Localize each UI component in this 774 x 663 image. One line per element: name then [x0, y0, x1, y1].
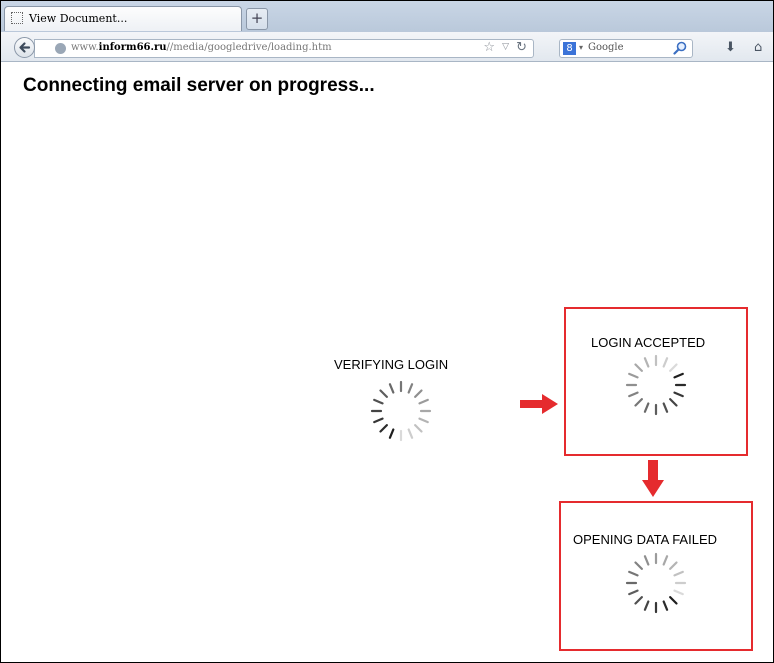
step-opening-data-failed-label: OPENING DATA FAILED	[573, 532, 717, 547]
spinner-tick	[414, 389, 423, 398]
spinner-tick	[669, 596, 678, 605]
new-tab-button[interactable]: +	[246, 8, 268, 30]
spinner-tick	[628, 372, 639, 379]
star-icon[interactable]: ☆	[483, 40, 495, 55]
spinner-tick	[373, 398, 384, 405]
spinner-icon	[370, 380, 432, 442]
download-icon[interactable]: ⬇	[725, 40, 736, 55]
spinner-tick	[662, 402, 669, 413]
url-text: www.inform66.ru//media/googledrive/loadi…	[71, 42, 332, 53]
back-button[interactable]	[14, 37, 35, 58]
search-engine-dropdown-icon[interactable]: ▾	[579, 43, 583, 52]
tab-title: View Document...	[29, 12, 128, 25]
spinner-tick	[634, 561, 643, 570]
search-placeholder: Google	[588, 42, 624, 53]
spinner-tick	[418, 398, 429, 405]
spinner-tick	[662, 600, 669, 611]
arrow-down-icon	[642, 460, 664, 497]
spinner-tick	[643, 357, 650, 368]
navigation-bar: www.inform66.ru//media/googledrive/loadi…	[1, 32, 773, 62]
globe-icon	[55, 43, 66, 54]
spinner-tick	[628, 391, 639, 398]
url-domain: inform66.ru	[98, 42, 167, 53]
spinner-tick	[407, 428, 414, 439]
spinner-tick	[669, 363, 678, 372]
spinner-tick	[379, 424, 388, 433]
spinner-tick	[669, 561, 678, 570]
home-icon[interactable]: ⌂	[754, 40, 762, 55]
search-icon[interactable]	[673, 41, 687, 55]
spinner-tick	[643, 600, 650, 611]
step-login-accepted-label: LOGIN ACCEPTED	[591, 335, 706, 350]
spinner-icon	[625, 354, 687, 416]
spinner-tick	[673, 391, 684, 398]
spinner-tick	[634, 363, 643, 372]
spinner-tick	[407, 383, 414, 394]
tab-strip: View Document... +	[1, 1, 773, 33]
arrow-right-icon	[520, 394, 558, 414]
url-prefix: www.	[71, 42, 99, 53]
spinner-tick	[673, 570, 684, 577]
spinner-tick	[418, 417, 429, 424]
spinner-tick	[388, 428, 395, 439]
url-path: //media/googledrive/loading.htm	[166, 42, 332, 53]
spinner-tick	[388, 383, 395, 394]
spinner-tick	[628, 570, 639, 577]
spinner-tick	[643, 402, 650, 413]
address-bar[interactable]: www.inform66.ru//media/googledrive/loadi…	[34, 39, 534, 58]
spinner-tick	[662, 555, 669, 566]
spinner-tick	[643, 555, 650, 566]
spinner-tick	[673, 372, 684, 379]
page-icon	[11, 12, 23, 24]
spinner-tick	[662, 357, 669, 368]
spinner-tick	[379, 389, 388, 398]
spinner-tick	[673, 589, 684, 596]
step-verifying-login-label: VERIFYING LOGIN	[334, 357, 449, 372]
history-dropdown-icon[interactable]: ▽	[502, 42, 509, 52]
spinner-tick	[634, 398, 643, 407]
reload-icon[interactable]: ↻	[516, 40, 527, 55]
spinner-tick	[628, 589, 639, 596]
google-icon[interactable]: 8	[563, 42, 576, 55]
spinner-icon	[625, 552, 687, 614]
tab-view-document[interactable]: View Document...	[4, 6, 242, 31]
spinner-tick	[669, 398, 678, 407]
back-icon	[19, 42, 31, 53]
spinner-tick	[414, 424, 423, 433]
browser-window: View Document... + www.inform66.ru//medi…	[0, 0, 774, 663]
spinner-tick	[373, 417, 384, 424]
page-title: Connecting email server on progress...	[23, 75, 375, 96]
spinner-tick	[634, 596, 643, 605]
